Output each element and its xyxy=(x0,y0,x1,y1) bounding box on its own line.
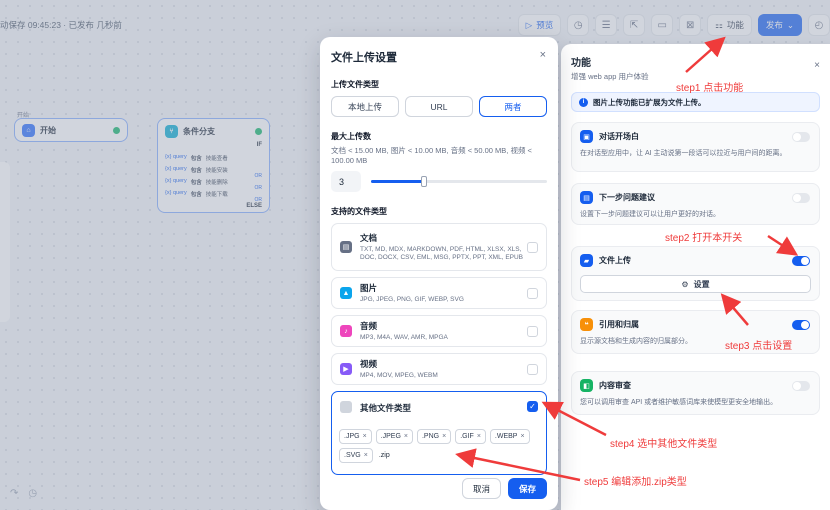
slider-handle[interactable] xyxy=(420,176,427,187)
extension-tag[interactable]: .GIF × xyxy=(455,429,486,444)
supported-types-label: 支持的文件类型 xyxy=(331,207,387,216)
max-upload-slider[interactable] xyxy=(371,176,547,187)
remove-icon: × xyxy=(363,452,368,459)
filetype-audio[interactable]: ♪ 音频 MP3, M4A, WAV, AMR, MPGA xyxy=(331,315,547,347)
remove-icon: × xyxy=(362,433,367,440)
document-icon: ▤ xyxy=(340,241,352,253)
extension-tag[interactable]: .SVG × xyxy=(339,448,373,463)
info-icon: i xyxy=(579,97,588,107)
image-icon: ▲ xyxy=(340,287,352,299)
feature-suggest: ▤ 下一步问题建议 设置下一步问题建议可以让用户更好的对话。 xyxy=(571,183,820,225)
other-checkbox[interactable]: ✓ xyxy=(527,401,538,412)
remove-icon: × xyxy=(403,433,408,440)
annotation-step5: step5 编辑添加.zip类型 xyxy=(584,477,687,488)
max-upload-input[interactable]: 3 xyxy=(331,171,361,192)
image-checkbox[interactable] xyxy=(527,287,538,299)
save-button[interactable]: 保存 xyxy=(507,478,547,499)
feature-opening: ▣ 对话开场白 在对话型应用中，让 AI 主动说第一段话可以拉近与用户间的距离。 xyxy=(571,122,820,172)
moderation-toggle[interactable] xyxy=(792,381,810,391)
chat-icon: ▣ xyxy=(580,130,593,143)
video-icon: ▶ xyxy=(340,363,352,375)
upload-settings-button[interactable]: ⚙ 设置 xyxy=(580,275,811,293)
upload-type-label: 上传文件类型 xyxy=(331,80,379,89)
document-checkbox[interactable] xyxy=(527,241,538,253)
annotation-step4: step4 选中其他文件类型 xyxy=(610,439,718,450)
feature-upload: ▰ 文件上传 ⚙ 设置 xyxy=(571,246,820,301)
upload-toggle[interactable] xyxy=(792,256,810,266)
opening-toggle[interactable] xyxy=(792,132,810,142)
suggest-icon: ▤ xyxy=(580,191,593,204)
audio-icon: ♪ xyxy=(340,325,352,337)
shield-icon: ◧ xyxy=(580,379,593,392)
annotation-step2: step2 打开本开关 xyxy=(665,233,743,244)
extension-tag[interactable]: .WEBP × xyxy=(489,429,530,444)
upload-method-selector: 本地上传 URL 两者 xyxy=(331,96,547,117)
max-upload-label: 最大上传数 xyxy=(331,132,371,141)
settings-icon: ⚙ xyxy=(681,279,689,289)
remove-icon: × xyxy=(476,433,481,440)
panel-title: 功能 xyxy=(571,58,591,69)
annotation-step1: step1 点击功能 xyxy=(676,83,744,94)
video-checkbox[interactable] xyxy=(527,363,538,375)
remove-icon: × xyxy=(520,433,525,440)
modal-title: 文件上传设置 xyxy=(331,52,397,64)
extension-tags: .JPG × .JPEG × .PNG × .GIF × .WEBP × .SVG × .z… xyxy=(339,429,539,463)
annotation-step3: step3 点击设置 xyxy=(725,341,793,352)
file-upload-settings-modal: 文件上传设置 × 上传文件类型 本地上传 URL 两者 最大上传数 文档 < 1… xyxy=(320,37,558,510)
citation-toggle[interactable] xyxy=(792,320,810,330)
info-banner: i 图片上传功能已扩展为文件上传。 xyxy=(571,92,820,112)
remove-icon: × xyxy=(442,433,447,440)
feature-moderation: ◧ 内容审查 您可以调用审查 API 或者维护敏感词库来使模型更安全地输出。 xyxy=(571,371,820,415)
extension-tag[interactable]: .JPEG × xyxy=(375,429,413,444)
close-icon[interactable]: × xyxy=(540,49,546,61)
quote-icon: ❝ xyxy=(580,318,593,331)
audio-checkbox[interactable] xyxy=(527,325,538,337)
extension-tag[interactable]: .PNG × xyxy=(416,429,452,444)
suggest-toggle[interactable] xyxy=(792,193,810,203)
filetype-video[interactable]: ▶ 视频 MP4, MOV, MPEG, WEBM xyxy=(331,353,547,385)
filetype-document[interactable]: ▤ 文档 TXT, MD, MDX, MARKDOWN, PDF, HTML, X… xyxy=(331,223,547,271)
close-icon[interactable]: × xyxy=(814,60,820,71)
folder-icon: ▰ xyxy=(580,254,593,267)
option-local[interactable]: 本地上传 xyxy=(331,96,399,117)
cancel-button[interactable]: 取消 xyxy=(461,478,501,499)
extension-tag[interactable]: .JPG × xyxy=(339,429,372,444)
max-upload-hint: 文档 < 15.00 MB, 图片 < 10.00 MB, 音频 < 50.00… xyxy=(331,146,532,165)
filetype-image[interactable]: ▲ 图片 JPG, JPEG, PNG, GIF, WEBP, SVG xyxy=(331,277,547,309)
file-icon xyxy=(340,401,352,413)
extension-input[interactable]: .zip xyxy=(377,448,390,463)
filetype-other[interactable]: 其他文件类型 ✓ .JPG × .JPEG × .PNG × .GIF × .WEBP ×… xyxy=(331,391,547,475)
option-both[interactable]: 两者 xyxy=(479,96,547,117)
other-type-title: 其他文件类型 xyxy=(360,403,412,413)
option-url[interactable]: URL xyxy=(405,96,473,117)
